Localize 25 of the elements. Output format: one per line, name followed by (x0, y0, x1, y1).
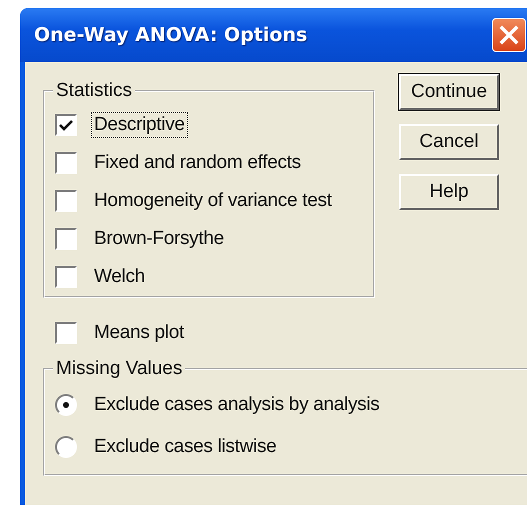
close-icon (498, 24, 520, 46)
checkmark-icon (59, 119, 73, 131)
dialog-button[interactable]: Continue (399, 74, 499, 110)
window-title: One-Way ANOVA: Options (34, 24, 308, 46)
checkbox-label[interactable]: Fixed and random effects (91, 150, 304, 176)
dialog-button[interactable]: Help (399, 174, 499, 210)
checkbox[interactable] (55, 228, 77, 250)
group-label: Statistics (55, 80, 134, 102)
radio-button[interactable] (55, 394, 77, 416)
checkbox[interactable] (55, 114, 77, 136)
checkbox-label[interactable]: Homogeneity of variance test (91, 188, 335, 214)
checkbox-label[interactable]: Brown-Forsythe (91, 226, 227, 252)
dialog-button[interactable]: Cancel (399, 124, 499, 160)
checkbox-label[interactable]: Descriptive (91, 112, 188, 138)
radio-button[interactable] (55, 436, 77, 458)
checkbox[interactable] (55, 190, 77, 212)
close-button[interactable] (492, 18, 526, 52)
radio-label[interactable]: Exclude cases analysis by analysis (91, 392, 382, 418)
checkbox-label[interactable]: Means plot (91, 320, 187, 346)
radio-label[interactable]: Exclude cases listwise (91, 434, 280, 460)
checkbox-label[interactable]: Welch (91, 264, 148, 290)
checkbox[interactable] (55, 266, 77, 288)
checkbox[interactable] (55, 322, 77, 344)
checkbox[interactable] (55, 152, 77, 174)
group-label: Missing Values (55, 358, 184, 380)
